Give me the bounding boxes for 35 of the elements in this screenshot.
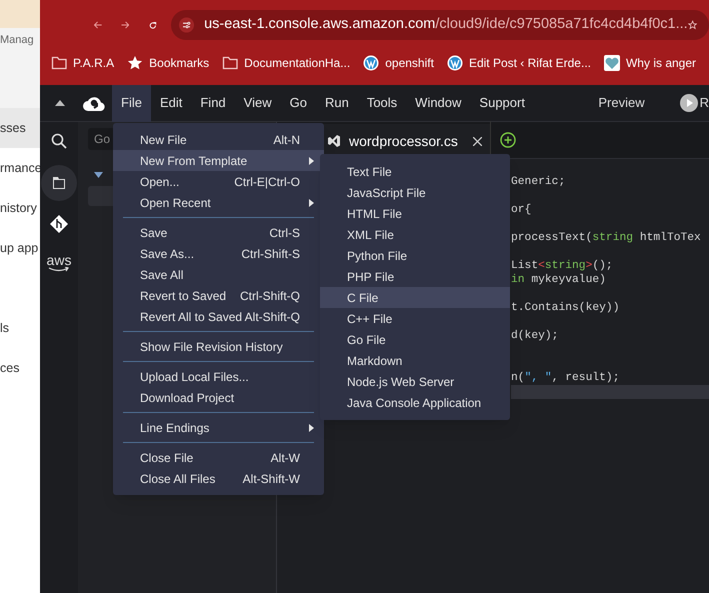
code-line: n(", ", result); [511,372,620,384]
code-line: in mykeyvalue) [511,274,606,286]
run-button[interactable]: R [700,93,709,113]
code-line: t.Contains(key)) [511,302,620,314]
preview-button[interactable]: Preview [598,93,645,113]
menu-item[interactable]: Tools [358,84,406,122]
code-line: processText(string htmlToTex [511,232,701,244]
bookmark[interactable]: Bookmarks [127,54,210,72]
menu-option[interactable]: C File [320,287,510,308]
menu-option[interactable]: Close File Alt-W [113,447,324,468]
menu-option[interactable]: Line Endings [113,417,324,438]
menu-item[interactable]: Window [406,84,470,122]
menu-item[interactable]: View [234,84,281,122]
menu-option[interactable]: New File Alt-N [113,129,324,150]
menu-item[interactable]: Support [470,84,534,122]
bookmark[interactable]: DocumentationHa... [222,54,350,72]
aws-logo[interactable]: aws [46,253,72,272]
menu-item[interactable]: Edit [150,84,192,122]
page-header-text: Manag [0,34,34,46]
code-line: List<string>(); [511,260,613,272]
nav-item[interactable]: sses [0,108,40,148]
address-bar[interactable]: us-east-1.console.aws.amazon.com/cloud9/ide/c975085a71fc4cd4b4f0c1... [171,10,709,40]
bookmark[interactable]: Why is anger [604,54,696,72]
menu-item[interactable]: Find [191,84,235,122]
bookmark[interactable]: P.A.R.A [51,54,114,72]
code-line: d(key); [511,330,558,342]
menu-item[interactable]: Run [316,84,358,122]
code-line: Generic; [511,176,566,188]
menu-item[interactable]: Go [280,84,316,122]
bookmark[interactable]: openshift [363,54,434,72]
bookmark[interactable]: Edit Post ‹ Rifat Erde... [446,54,591,72]
menu-option[interactable]: New From Template [113,150,324,171]
menu-option[interactable]: Close All Files Alt-Shift-W [113,468,324,489]
menu-item[interactable]: File [112,84,151,122]
code-line: or{ [511,204,532,216]
